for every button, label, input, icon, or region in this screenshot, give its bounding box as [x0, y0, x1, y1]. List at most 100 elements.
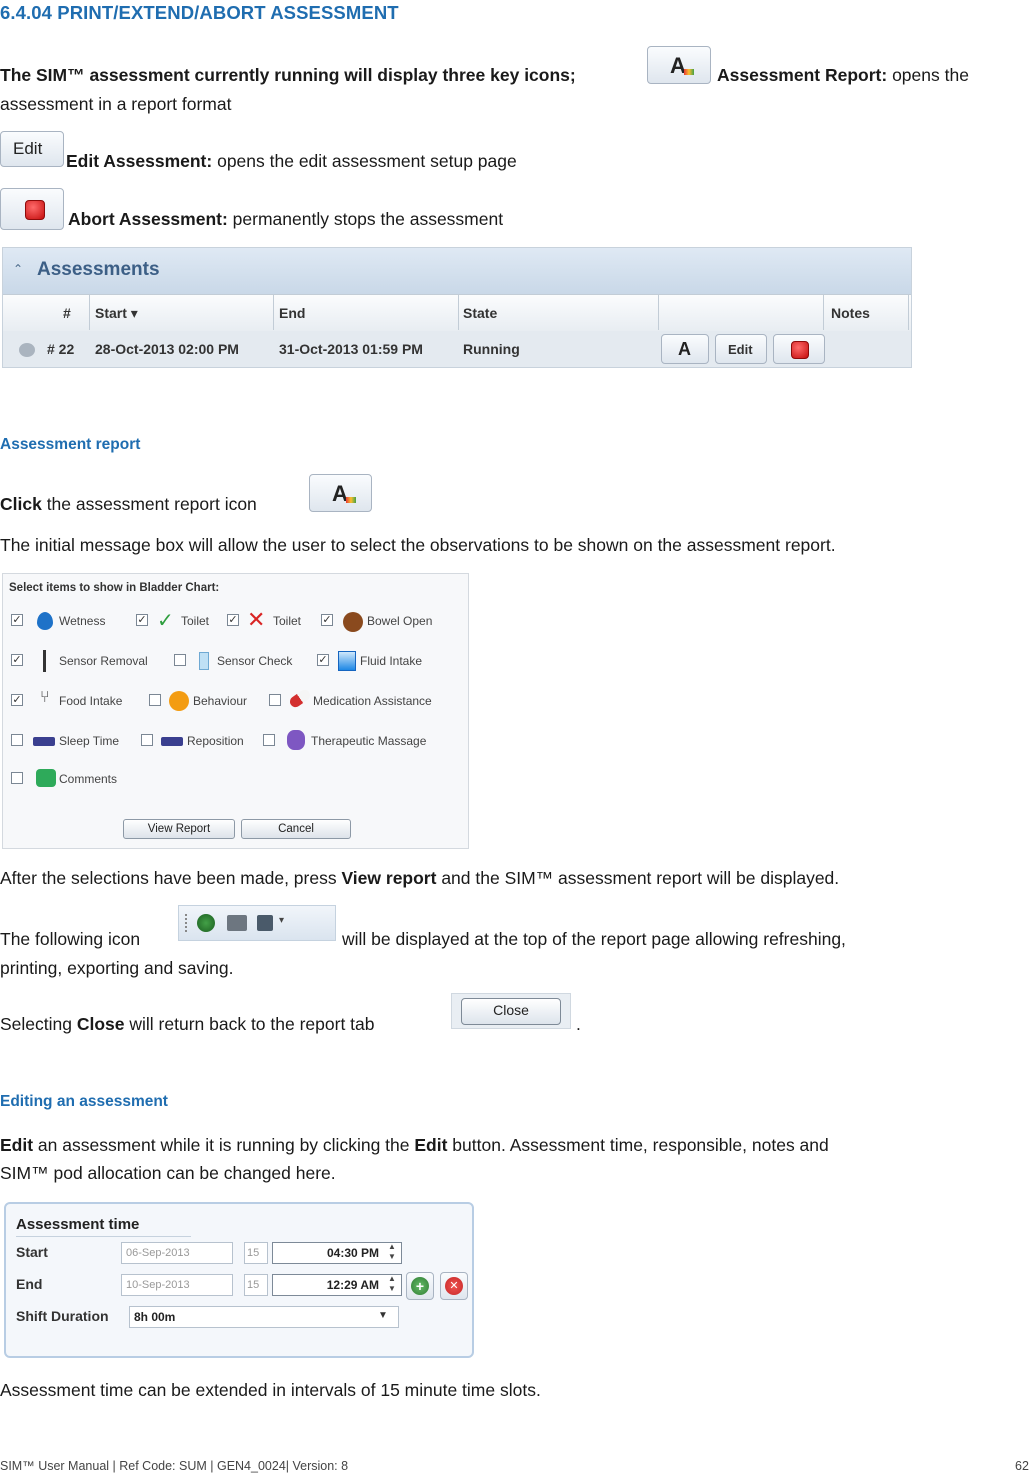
refresh-icon	[197, 914, 215, 932]
checkbox-behaviour[interactable]	[149, 694, 161, 706]
row-edit-button[interactable]: Edit	[715, 334, 767, 364]
cross-icon: ✕	[247, 607, 266, 632]
collapse-chevron-icon[interactable]: ⌃	[13, 262, 23, 276]
close-para: Selecting Close will return back to the …	[0, 1014, 375, 1035]
label-sensor-removal: Sensor Removal	[59, 654, 148, 668]
checkbox-sleep-time[interactable]	[11, 734, 23, 746]
shift-duration-label: Shift Duration	[16, 1308, 109, 1324]
end-calendar-icon[interactable]: 15	[244, 1274, 268, 1296]
section-editing: Editing an assessment	[0, 1093, 168, 1110]
row-abort-button[interactable]	[773, 334, 825, 364]
checkbox-toilet-yes[interactable]: ✓	[136, 614, 148, 626]
edit-para-text1: an assessment while it is running by cli…	[33, 1135, 415, 1155]
end-date-field[interactable]: 10-Sep-2013	[121, 1274, 233, 1296]
close-icon: ✕	[445, 1277, 463, 1295]
plus-icon: +	[411, 1277, 429, 1295]
edit-para-text2: button. Assessment time, responsible, no…	[447, 1135, 829, 1155]
report-toolbar-image: ▾	[178, 905, 336, 941]
label-comments: Comments	[59, 772, 118, 786]
report-click-line: Click the assessment report icon	[0, 494, 257, 515]
label-toilet-yes: Toilet	[181, 614, 210, 628]
dialog-title: Select items to show in Bladder Chart:	[9, 582, 220, 594]
assessments-grid: ⌃ Assessments # Start ▾ End State Notes …	[2, 247, 912, 368]
closing-para: Assessment time can be extended in inter…	[0, 1380, 541, 1400]
checkbox-sensor-removal[interactable]: ✓	[11, 654, 23, 666]
start-label: Start	[16, 1244, 48, 1260]
label-wetness: Wetness	[59, 614, 106, 628]
p3-bold: Close	[76, 1014, 125, 1034]
label-massage: Therapeutic Massage	[311, 734, 427, 748]
checkbox-reposition[interactable]	[141, 734, 153, 746]
start-stepper-arrows-icon[interactable]: ▲ ▼	[388, 1242, 396, 1262]
shift-duration-select[interactable]: 8h 00m	[129, 1306, 399, 1328]
start-calendar-icon[interactable]: 15	[244, 1242, 268, 1264]
col-notes[interactable]: Notes	[831, 305, 870, 321]
pill-icon	[287, 687, 313, 710]
p3-post: will return back to the report tab	[124, 1014, 375, 1034]
p1-pre: After the selections have been made, pre…	[0, 868, 342, 888]
label-food-intake: Food Intake	[59, 694, 123, 708]
row-id: # 22	[47, 341, 75, 357]
sensor-check-icon	[199, 652, 209, 670]
row-end: 31-Oct-2013 01:59 PM	[279, 341, 423, 357]
label-behaviour: Behaviour	[193, 694, 248, 708]
col-start[interactable]: Start ▾	[95, 305, 138, 322]
grid-title-bar: ⌃ Assessments	[3, 248, 911, 294]
edit-icon: Edit	[0, 131, 64, 167]
label-fluid-intake: Fluid Intake	[360, 654, 423, 668]
label-reposition: Reposition	[187, 734, 244, 748]
label-bowel-open: Bowel Open	[367, 614, 433, 628]
intro-lead: The SIM™ assessment currently running wi…	[0, 65, 576, 86]
intro-report-desc: Assessment Report: opens the	[717, 65, 969, 86]
report-click-bold: Click	[0, 494, 42, 514]
sensor-strip-icon	[43, 650, 46, 672]
end-label: End	[16, 1276, 43, 1292]
checkbox-toilet-no[interactable]: ✓	[227, 614, 239, 626]
checkbox-food-intake[interactable]: ✓	[11, 694, 23, 706]
fluid-cup-icon	[338, 651, 356, 671]
checkbox-massage[interactable]	[263, 734, 275, 746]
assessment-report-icon: A	[647, 46, 711, 84]
checkbox-bowel-open[interactable]: ✓	[321, 614, 333, 626]
checkbox-fluid-intake[interactable]: ✓	[317, 654, 329, 666]
bowel-icon	[343, 612, 363, 632]
extend-add-button[interactable]: +	[406, 1272, 434, 1300]
checkbox-comments[interactable]	[11, 772, 23, 784]
chevron-down-icon[interactable]: ▼	[378, 1310, 388, 1321]
behaviour-face-icon	[169, 691, 189, 711]
end-time-stepper[interactable]: 12:29 AM	[272, 1274, 402, 1296]
report-label: Assessment Report:	[717, 65, 888, 85]
abort-label: Abort Assessment:	[68, 209, 228, 229]
p1-bold: View report	[341, 868, 437, 888]
label-medication: Medication Assistance	[313, 694, 432, 708]
edit-para-bold2: Edit	[414, 1135, 448, 1155]
edit-para: Edit an assessment while it is running b…	[0, 1135, 829, 1156]
start-time-stepper[interactable]: 04:30 PM	[272, 1242, 402, 1264]
view-report-button[interactable]: View Report	[123, 819, 235, 839]
end-stepper-arrows-icon[interactable]: ▲ ▼	[388, 1274, 396, 1294]
cancel-time-button[interactable]: ✕	[440, 1272, 468, 1300]
close-button-image: Close	[451, 993, 571, 1029]
checkbox-medication[interactable]	[269, 694, 281, 706]
col-end[interactable]: End	[279, 305, 305, 321]
start-date-field[interactable]: 06-Sep-2013	[121, 1242, 233, 1264]
row-edit-label: Edit	[728, 342, 753, 357]
assessment-time-panel: Assessment time Start 06-Sep-2013 15 04:…	[4, 1202, 474, 1358]
section-assessment-report: Assessment report	[0, 436, 141, 453]
col-state[interactable]: State	[463, 305, 497, 321]
checkbox-sensor-check[interactable]	[174, 654, 186, 666]
reposition-bed-icon	[161, 737, 183, 746]
report-para: The initial message box will allow the u…	[0, 535, 836, 555]
abort-text: permanently stops the assessment	[227, 209, 504, 229]
expand-row-icon[interactable]	[19, 343, 35, 357]
p3-pre: Selecting	[0, 1014, 77, 1034]
col-id[interactable]: #	[63, 305, 71, 321]
footer-text: SIM™ User Manual | Ref Code: SUM | GEN4_…	[0, 1459, 349, 1473]
cancel-button[interactable]: Cancel	[241, 819, 351, 839]
water-drop-icon	[37, 612, 53, 630]
table-row[interactable]: # 22 28-Oct-2013 02:00 PM 31-Oct-2013 01…	[3, 331, 911, 367]
row-report-button[interactable]: A	[661, 334, 709, 364]
checkbox-wetness[interactable]: ✓	[11, 614, 23, 626]
close-button[interactable]: Close	[461, 998, 561, 1025]
label-toilet-no: Toilet	[273, 614, 302, 628]
